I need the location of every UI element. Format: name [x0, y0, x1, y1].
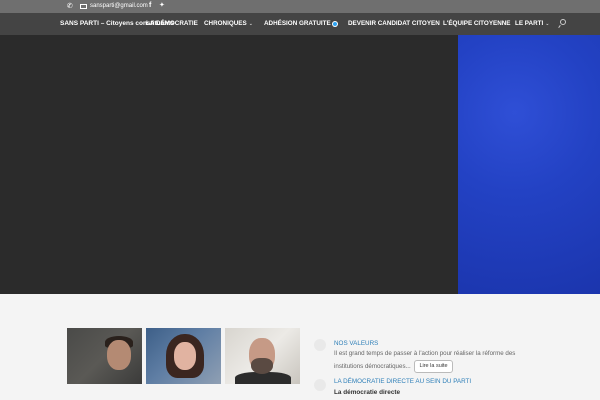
envelope-icon: [80, 4, 87, 9]
nav-item-label: LA DÉMOCRATIE: [146, 20, 198, 27]
video-thumbnail[interactable]: [67, 328, 142, 384]
hero-slider: [0, 35, 600, 294]
nav-item-adhesion[interactable]: ADHÉSION GRATUITE: [264, 13, 331, 35]
chevron-down-icon: ⌄: [545, 21, 550, 27]
bullet-icon: [314, 339, 326, 351]
nav-item-label: L'ÉQUIPE CITOYENNE: [443, 20, 511, 27]
nav-item-parti[interactable]: LE PARTI ⌄: [515, 13, 549, 35]
main-nav: SANS PARTI – Citoyens constituants LA DÉ…: [0, 13, 600, 35]
phone-icon: ✆: [67, 3, 73, 10]
bullet-icon: [314, 379, 326, 391]
nav-item-candidat[interactable]: DEVENIR CANDIDAT CITOYEN: [348, 13, 440, 35]
nav-item-equipe[interactable]: L'ÉQUIPE CITOYENNE: [443, 13, 511, 35]
active-dot-icon: [333, 22, 337, 26]
hero-blue-panel: [458, 35, 600, 294]
person-image: [107, 340, 131, 370]
facebook-icon[interactable]: f: [149, 1, 151, 11]
email-link[interactable]: sansparti@gmail.com: [80, 2, 148, 11]
nav-item-label: CHRONIQUES: [204, 20, 247, 27]
person-image: [174, 342, 196, 370]
top-bar: ✆ sansparti@gmail.com f ✦: [0, 0, 600, 13]
nav-item-label: ADHÉSION GRATUITE: [264, 20, 331, 27]
chevron-down-icon: ⌄: [248, 21, 253, 27]
read-more-button[interactable]: Lire la suite: [414, 360, 453, 373]
section-text-valeurs: Il est grand temps de passer à l'action …: [334, 348, 528, 373]
search-icon[interactable]: [558, 19, 567, 29]
nav-item-label: DEVENIR CANDIDAT CITOYEN: [348, 20, 440, 27]
email-text[interactable]: sansparti@gmail.com: [90, 2, 148, 11]
twitter-icon[interactable]: ✦: [159, 1, 165, 11]
section-subtitle: La démocratie directe: [334, 389, 401, 396]
section-title-valeurs[interactable]: NOS VALEURS: [334, 340, 378, 347]
video-thumbnail[interactable]: [225, 328, 300, 384]
nav-item-chroniques[interactable]: CHRONIQUES ⌄: [204, 13, 253, 35]
nav-item-democratie[interactable]: LA DÉMOCRATIE: [146, 13, 198, 35]
section-title-democratie-directe[interactable]: LA DÉMOCRATIE DIRECTE AU SEIN DU PARTI: [334, 378, 471, 385]
video-thumbnail[interactable]: [146, 328, 221, 384]
nav-item-label: LE PARTI: [515, 20, 544, 27]
